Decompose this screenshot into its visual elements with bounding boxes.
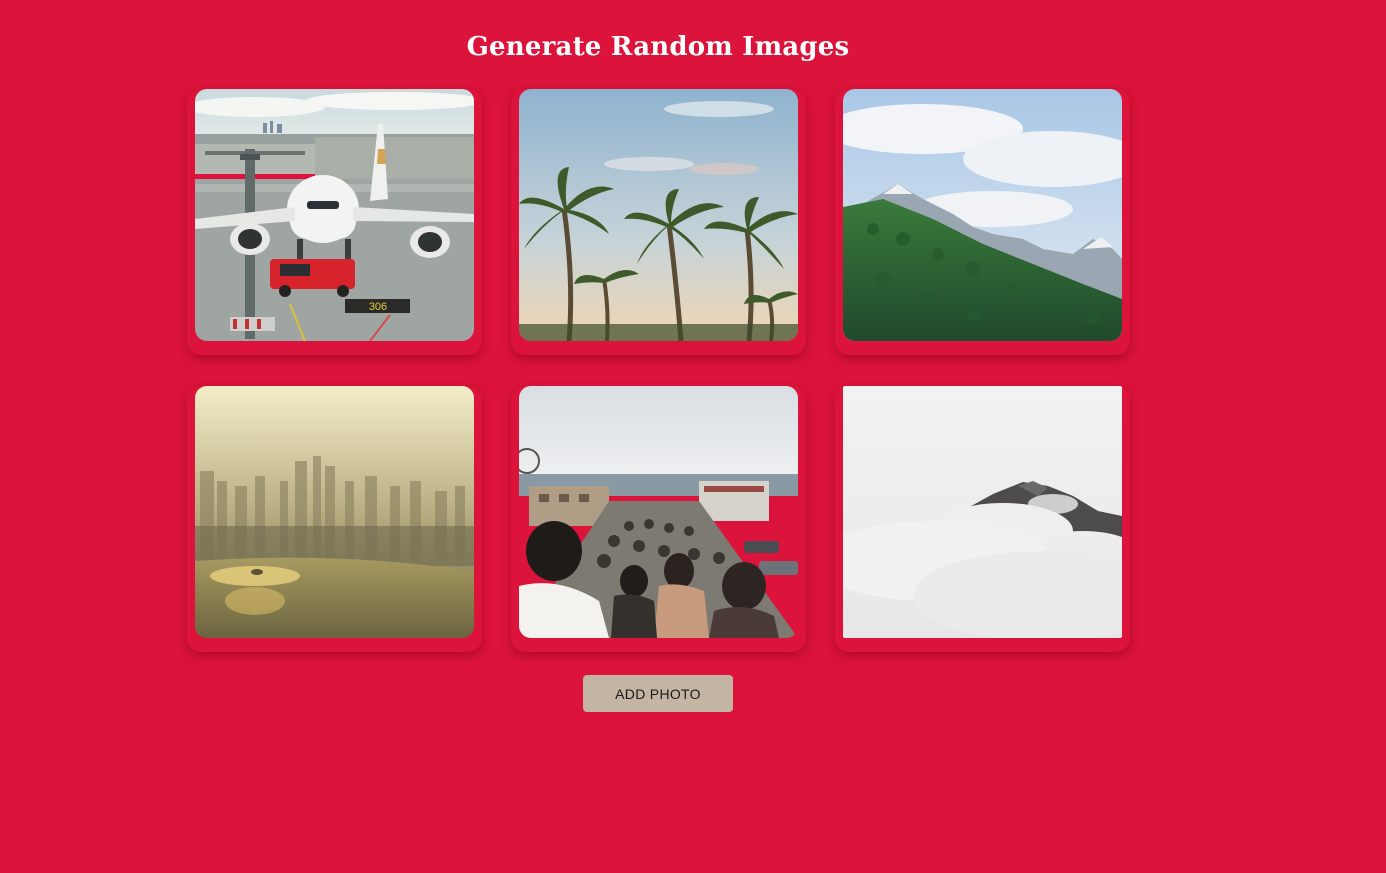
add-photo-button[interactable]: ADD PHOTO (583, 675, 733, 712)
photo-card-cloudy-peak (835, 386, 1130, 652)
photo-hazy-city (195, 386, 474, 638)
svg-text:306: 306 (369, 301, 387, 313)
photo-card-palms (511, 89, 806, 355)
photo-card-airplane: 306 (187, 89, 482, 355)
photo-palms (519, 89, 798, 341)
photo-card-mountain-forest (835, 89, 1130, 355)
photo-card-crowded-pier (511, 386, 806, 652)
photo-airplane: 306 (195, 89, 474, 341)
photo-crowded-pier (519, 386, 798, 638)
page-title: Generate Random Images (466, 32, 850, 62)
photo-cloudy-peak (843, 386, 1122, 638)
photo-mountain-forest (843, 89, 1122, 341)
page: Generate Random Images 306 ADD PHOTO (0, 0, 1386, 873)
photo-card-hazy-city (187, 386, 482, 652)
